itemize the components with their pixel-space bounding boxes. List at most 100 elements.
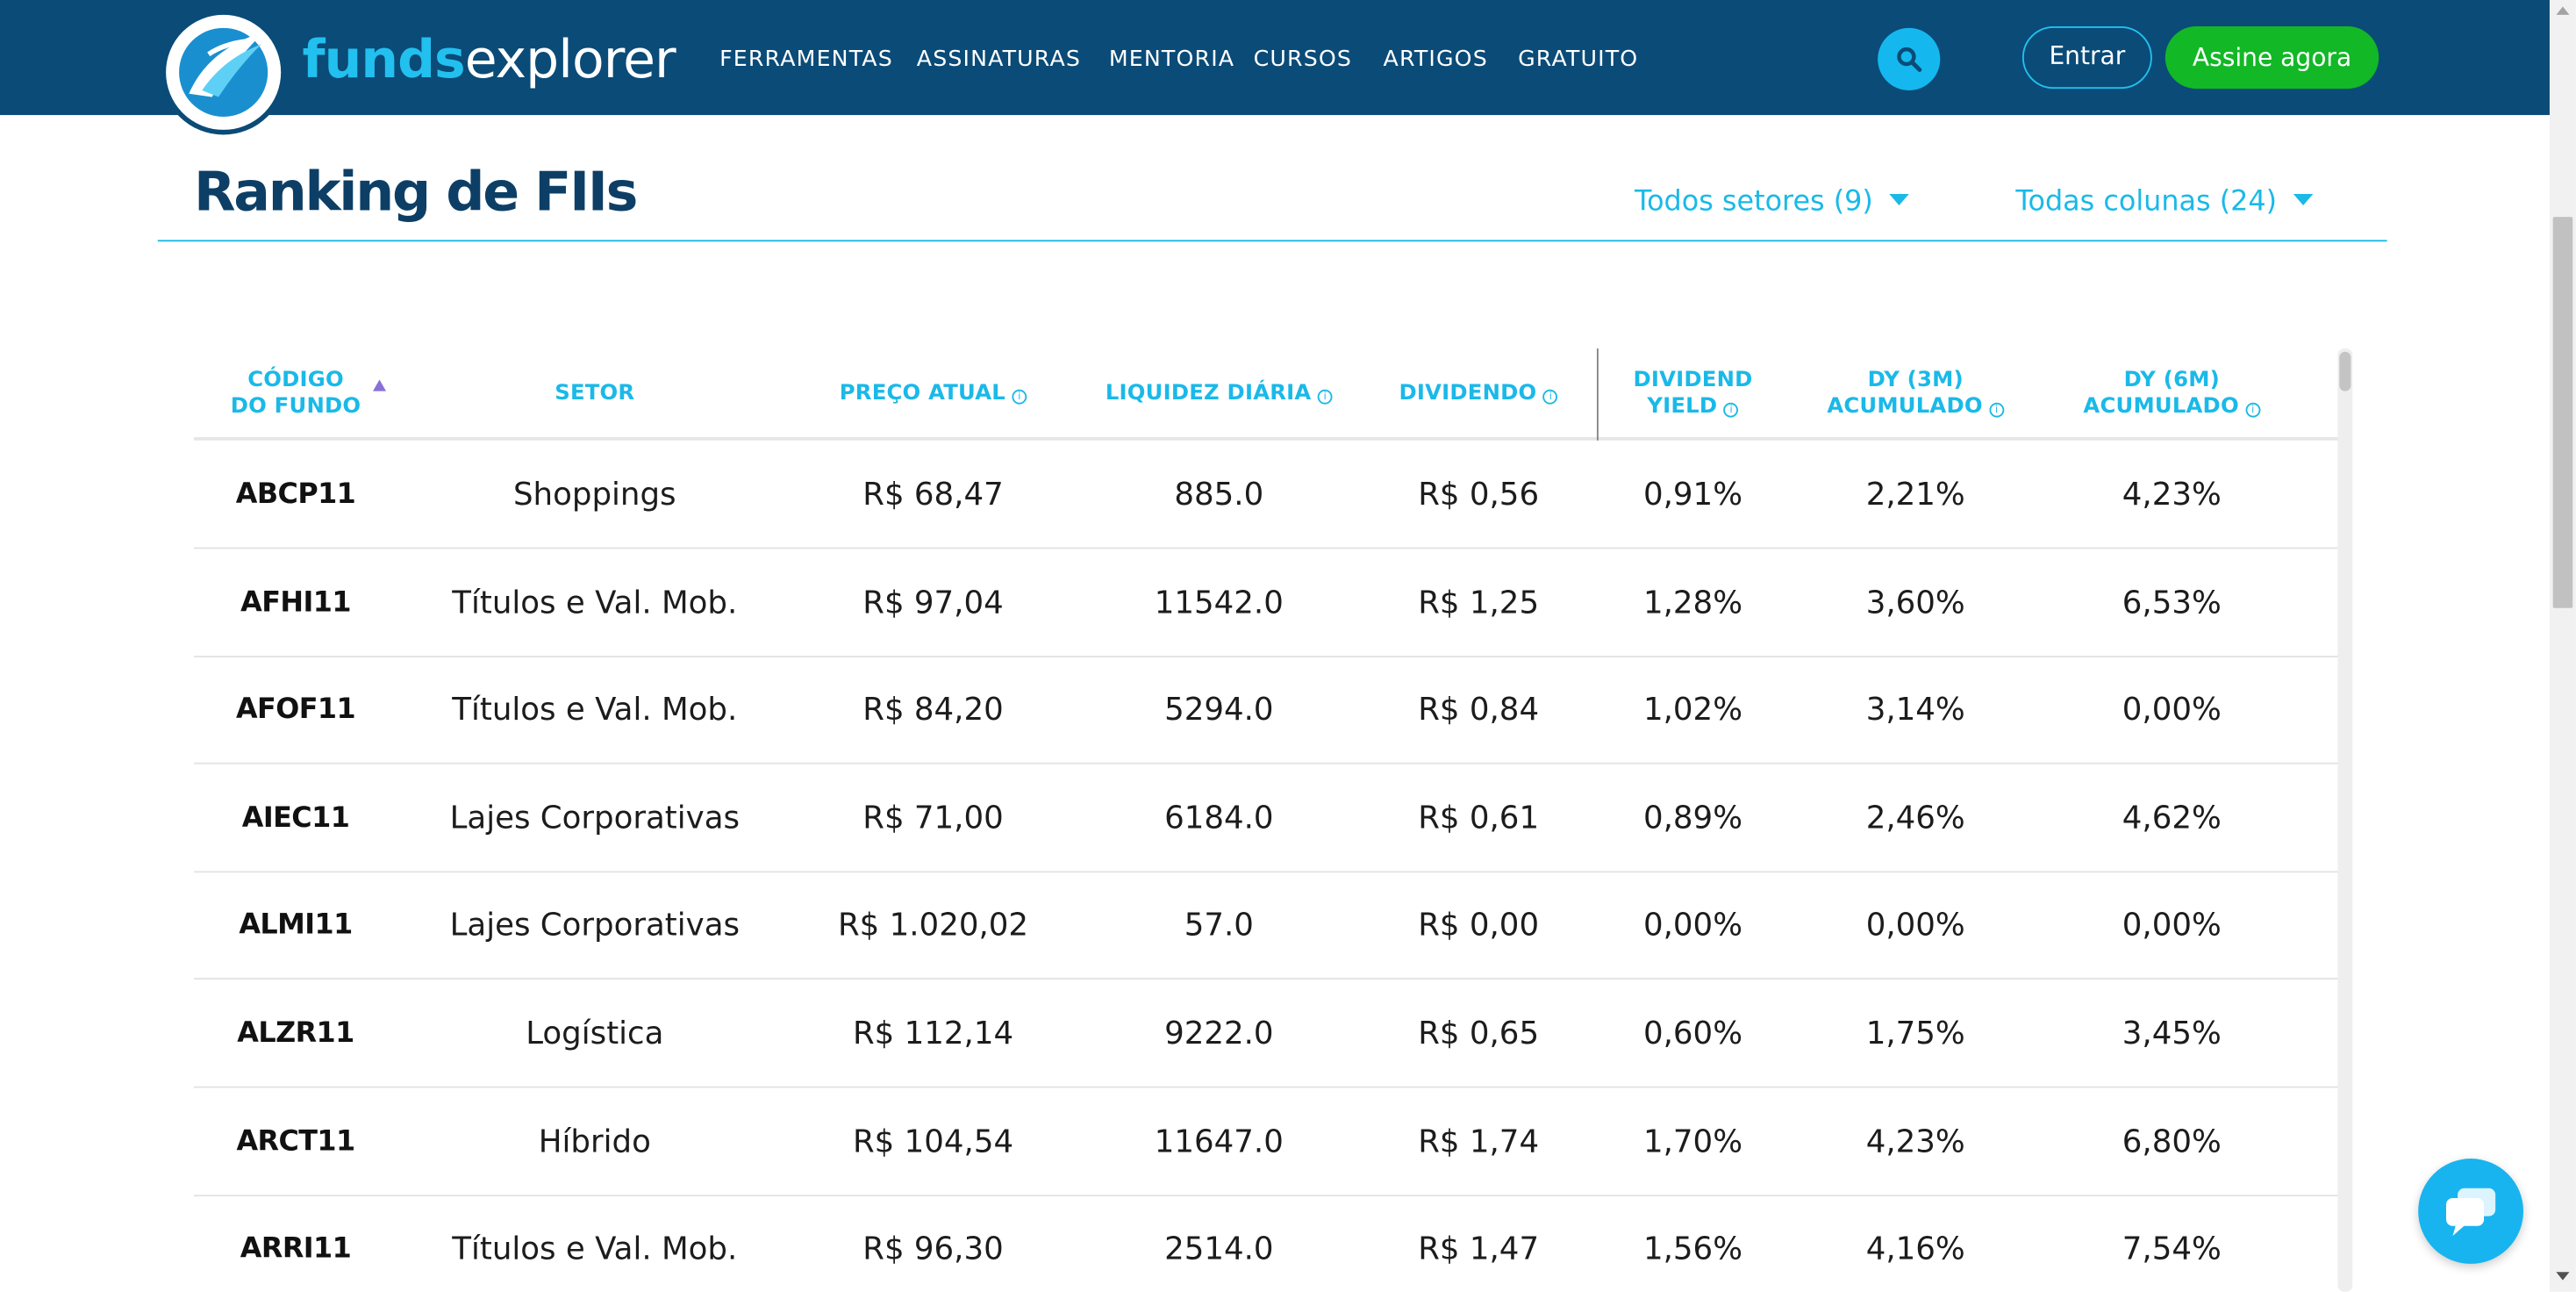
cell-dy-3m: 3,14% <box>1865 692 1965 729</box>
header-label: SETOR <box>555 381 635 406</box>
cell-dy-6m: 6,53% <box>2122 584 2222 621</box>
info-icon[interactable]: i <box>1723 402 1739 418</box>
header-label: CÓDIGO DO FUNDO <box>230 368 361 420</box>
sort-asc-icon[interactable] <box>373 379 387 391</box>
cell-sector: Híbrido <box>538 1123 651 1160</box>
cell-dy-3m: 4,16% <box>1865 1231 1965 1267</box>
info-icon[interactable]: i <box>1012 389 1027 405</box>
ranking-table: CÓDIGO DO FUNDO SETOR PREÇO ATUAL i LIQUIDEZ… <box>193 348 2340 1292</box>
column-filter-label: Todas colunas (24) <box>2015 185 2278 219</box>
sector-filter-label: Todos setores (9) <box>1635 185 1873 219</box>
login-button[interactable]: Entrar <box>2021 25 2152 90</box>
cell-dividend: R$ 0,56 <box>1418 476 1540 513</box>
header-label: PREÇO ATUAL <box>839 381 1005 406</box>
cell-sector: Logística <box>526 1016 664 1052</box>
header-col-price[interactable]: PREÇO ATUAL i <box>789 348 1078 441</box>
table-row[interactable]: AIEC11 Lajes Corporativas R$ 71,00 6184.0 R$… <box>193 764 2340 872</box>
cell-dy-3m: 4,23% <box>1865 1123 1965 1160</box>
cell-dividend-yield: 1,28% <box>1642 584 1743 621</box>
cell-dividend-yield: 1,70% <box>1642 1123 1743 1160</box>
cell-dy-3m: 0,00% <box>1865 908 1965 944</box>
cell-dy-6m: 3,45% <box>2122 1016 2222 1052</box>
table-row[interactable]: ARCT11 Híbrido R$ 104,54 11647.0 R$ 1,74 1,70… <box>193 1087 2340 1196</box>
page-scrollbar[interactable] <box>2549 0 2576 1292</box>
info-icon[interactable]: i <box>1989 402 2005 418</box>
cell-price: R$ 84,20 <box>862 692 1004 729</box>
scroll-up-arrow-icon[interactable] <box>2556 6 2570 15</box>
cell-sector: Lajes Corporativas <box>449 800 741 836</box>
cell-dy-3m: 2,46% <box>1865 800 1965 836</box>
cell-daily-liquidity: 2514.0 <box>1164 1231 1274 1267</box>
cell-fund-code[interactable]: AFHI11 <box>194 549 397 657</box>
nav-item-mentoria[interactable]: MENTORIA <box>1109 43 1234 75</box>
scroll-down-arrow-icon[interactable] <box>2556 1272 2570 1281</box>
cell-fund-code[interactable]: ARRI11 <box>194 1195 397 1292</box>
chat-button[interactable] <box>2418 1159 2524 1264</box>
table-row[interactable]: ARRI11 Títulos e Val. Mob. R$ 96,30 2514.0 R… <box>194 1195 2339 1292</box>
cell-fund-code[interactable]: AIEC11 <box>194 764 397 872</box>
nav-item-ferramentas[interactable]: FERRAMENTAS <box>719 43 893 75</box>
top-navbar: fundsexplorer FERRAMENTAS ASSINATURAS ME… <box>0 0 2550 135</box>
cell-dy-3m: 1,75% <box>1865 1016 1965 1052</box>
info-icon[interactable]: i <box>1317 389 1333 405</box>
brand-part-1: funds <box>302 27 466 90</box>
cell-dy-6m: 7,54% <box>2122 1231 2222 1267</box>
page-title: Ranking de FIIs <box>193 159 638 224</box>
page-scrollbar-thumb[interactable] <box>2552 217 2573 608</box>
page: fundsexplorer FERRAMENTAS ASSINATURAS ME… <box>0 0 2576 1292</box>
cell-dividend: R$ 0,65 <box>1418 1016 1540 1052</box>
column-divider[interactable] <box>1596 348 1599 441</box>
header-col-fund-code[interactable]: CÓDIGO DO FUNDO <box>194 348 397 441</box>
cell-fund-code[interactable]: ALZR11 <box>194 980 397 1088</box>
cell-daily-liquidity: 11542.0 <box>1154 584 1284 621</box>
table-row[interactable]: ALMI11 Lajes Corporativas R$ 1.020,02 57.0 R… <box>193 872 2340 980</box>
subscribe-button[interactable]: Assine agora <box>2165 25 2379 90</box>
cell-daily-liquidity: 11647.0 <box>1154 1123 1284 1160</box>
cell-fund-code[interactable]: AFOF11 <box>194 656 397 764</box>
table-scrollbar-thumb[interactable] <box>2339 351 2351 391</box>
sector-filter-dropdown[interactable]: Todos setores (9) <box>1635 184 1910 220</box>
cell-fund-code[interactable]: ABCP11 <box>194 441 397 549</box>
cell-fund-code[interactable]: ARCT11 <box>194 1087 397 1196</box>
header-col-sector[interactable]: SETOR <box>397 348 791 441</box>
cell-fund-code[interactable]: ALMI11 <box>194 872 397 980</box>
column-filter-dropdown[interactable]: Todas colunas (24) <box>2015 184 2314 220</box>
brand-part-2: explorer <box>464 27 676 90</box>
table-row[interactable]: ABCP11 Shoppings R$ 68,47 885.0 R$ 0,56 0,91%… <box>193 441 2340 549</box>
nav-item-assinaturas[interactable]: ASSINATURAS <box>917 43 1081 75</box>
cell-dy-3m: 2,21% <box>1865 476 1965 513</box>
header-col-daily-liquidity[interactable]: LIQUIDEZ DIÁRIA i <box>1077 348 1360 441</box>
header-col-dividend[interactable]: DIVIDENDO i <box>1360 348 1597 441</box>
cell-dividend: R$ 1,25 <box>1418 584 1540 621</box>
cell-price: R$ 96,30 <box>862 1231 1004 1267</box>
brand-wordmark[interactable]: fundsexplorer <box>303 26 676 92</box>
nav-item-artigos[interactable]: ARTIGOS <box>1384 43 1488 75</box>
cell-dy-6m: 6,80% <box>2122 1123 2222 1160</box>
title-divider <box>157 240 2387 242</box>
header-col-dy-6m[interactable]: DY (6M) ACUMULADO i <box>2042 348 2301 441</box>
search-icon <box>1897 47 1922 73</box>
table-scrollbar[interactable] <box>2337 348 2353 1292</box>
cell-price: R$ 68,47 <box>862 476 1004 513</box>
caret-down-icon <box>1889 193 1910 206</box>
table-header: CÓDIGO DO FUNDO SETOR PREÇO ATUAL i LIQUIDEZ… <box>193 348 2340 441</box>
cell-dividend-yield: 0,60% <box>1642 1016 1743 1052</box>
cell-dy-6m: 0,00% <box>2122 692 2222 729</box>
cell-dividend: R$ 1,47 <box>1418 1231 1540 1267</box>
cell-dividend-yield: 1,56% <box>1642 1231 1743 1267</box>
search-button[interactable] <box>1878 27 1941 90</box>
table-row[interactable]: AFHI11 Títulos e Val. Mob. R$ 97,04 11542.0… <box>193 549 2340 657</box>
chat-icon <box>2446 1188 2496 1237</box>
header-label: LIQUIDEZ DIÁRIA <box>1105 381 1312 406</box>
table-row[interactable]: ALZR11 Logística R$ 112,14 9222.0 R$ 0,65 0,6… <box>193 980 2340 1088</box>
nav-item-gratuito[interactable]: GRATUITO <box>1518 43 1638 75</box>
cell-price: R$ 97,04 <box>862 584 1004 621</box>
info-icon[interactable]: i <box>2245 402 2261 418</box>
cell-price: R$ 104,54 <box>852 1123 1014 1160</box>
table-row[interactable]: AFOF11 Títulos e Val. Mob. R$ 84,20 5294.0 R… <box>193 656 2340 765</box>
fundsexplorer-logo-icon[interactable] <box>161 10 286 135</box>
nav-item-cursos[interactable]: CURSOS <box>1254 43 1352 75</box>
header-col-dy-3m[interactable]: DY (3M) ACUMULADO i <box>1789 348 2042 441</box>
info-icon[interactable]: i <box>1542 389 1558 405</box>
header-col-dividend-yield[interactable]: DIVIDEND YIELD i <box>1597 348 1789 441</box>
